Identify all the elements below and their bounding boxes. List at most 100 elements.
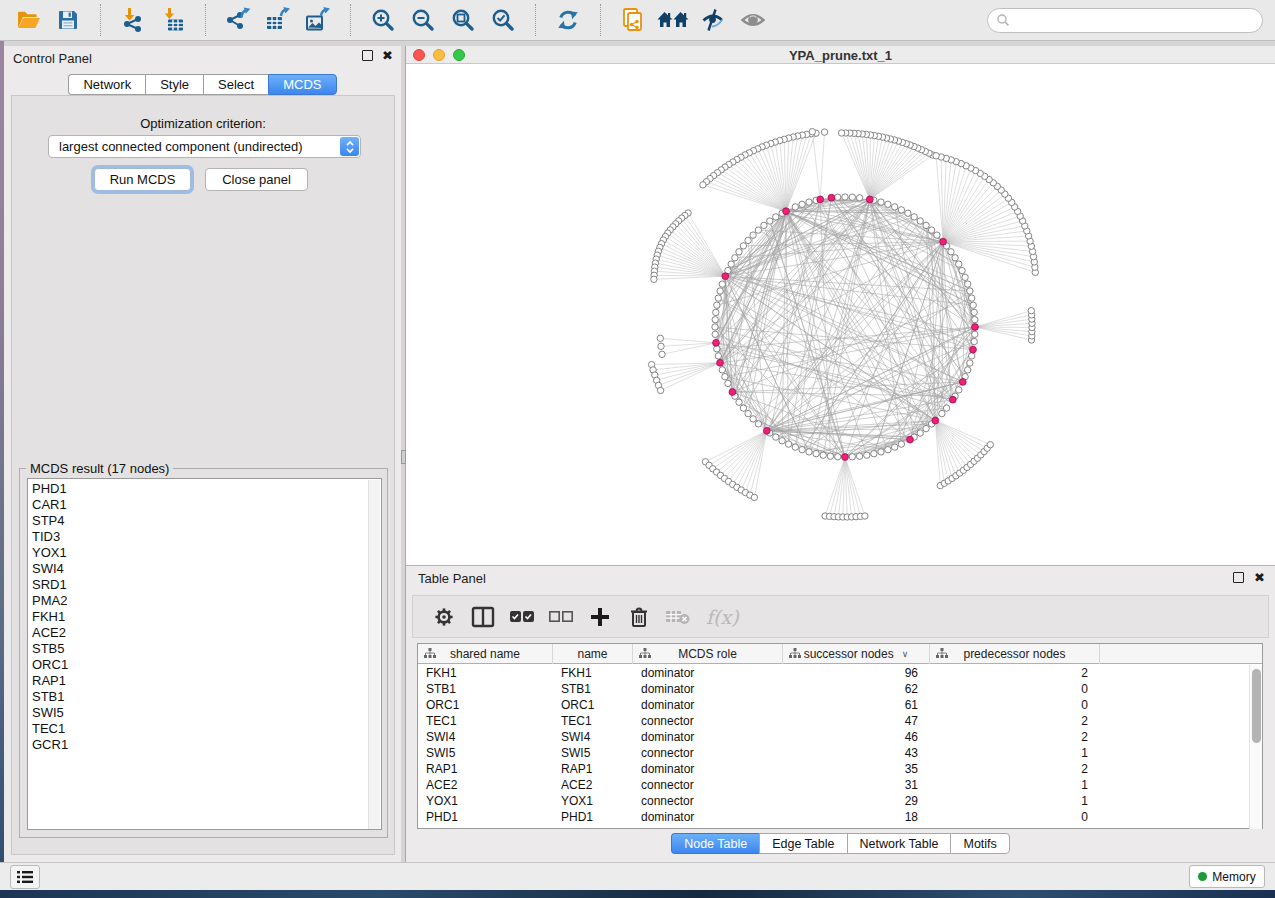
table-row[interactable]: TEC1TEC1connector472 [418, 713, 1262, 729]
share-session-icon[interactable] [613, 2, 653, 38]
delete-table-icon[interactable] [665, 602, 691, 632]
show-details-icon[interactable] [733, 2, 773, 38]
float-table-panel-icon[interactable] [1233, 572, 1244, 583]
mcds-result-item[interactable]: PHD1 [32, 481, 381, 497]
mcds-result-item[interactable]: ORC1 [32, 657, 381, 673]
tab-network-table[interactable]: Network Table [847, 833, 951, 854]
mcds-list-scrollbar[interactable] [368, 480, 380, 830]
memory-label: Memory [1212, 870, 1255, 884]
mcds-result-item[interactable]: SWI5 [32, 705, 381, 721]
zoom-fit-icon[interactable] [443, 2, 483, 38]
node-table-scrollbar[interactable] [1249, 665, 1262, 829]
table-row[interactable]: YOX1YOX1connector291 [418, 793, 1262, 809]
delete-column-icon[interactable] [626, 602, 652, 632]
tab-mcds[interactable]: MCDS [268, 74, 336, 95]
node-table-header: shared namenameMCDS rolesuccessor nodes∨… [418, 644, 1262, 664]
column-header-MCDS-role[interactable]: MCDS role [633, 644, 783, 664]
mcds-result-item[interactable]: SWI4 [32, 561, 381, 577]
cell-MCDS-role: connector [633, 745, 783, 761]
cell-predecessor-nodes: 2 [930, 729, 1100, 745]
open-file-icon[interactable] [8, 2, 48, 38]
mcds-result-item[interactable]: GCR1 [32, 737, 381, 753]
mcds-result-item[interactable]: YOX1 [32, 545, 381, 561]
tab-edge-table[interactable]: Edge Table [759, 833, 846, 854]
add-column-icon[interactable] [587, 602, 613, 632]
table-row[interactable]: ACE2ACE2connector311 [418, 777, 1262, 793]
memory-button[interactable]: Memory [1189, 865, 1265, 888]
search-input[interactable] [1010, 10, 1262, 30]
mcds-result-item[interactable]: STP4 [32, 513, 381, 529]
network-analyzer-icon[interactable] [653, 2, 693, 38]
table-row[interactable]: FKH1FKH1dominator962 [418, 665, 1262, 681]
mcds-result-item[interactable]: STB1 [32, 689, 381, 705]
mcds-result-item[interactable]: RAP1 [32, 673, 381, 689]
column-label: predecessor nodes [963, 647, 1065, 661]
table-row[interactable]: SWI5SWI5connector431 [418, 745, 1262, 761]
export-table-icon[interactable] [258, 2, 298, 38]
tab-network[interactable]: Network [68, 74, 145, 95]
select-spinner-icon [340, 137, 359, 156]
split-columns-icon[interactable] [470, 602, 496, 632]
select-all-icon[interactable] [509, 602, 535, 632]
mcds-result-item[interactable]: CAR1 [32, 497, 381, 513]
cell-successor-nodes: 62 [783, 681, 930, 697]
settings-icon[interactable] [431, 602, 457, 632]
main-toolbar [0, 0, 1275, 41]
column-header-predecessor-nodes[interactable]: predecessor nodes [930, 644, 1100, 664]
run-mcds-button[interactable]: Run MCDS [94, 168, 191, 191]
optimization-criterion-select[interactable]: largest connected component (undirected) [48, 135, 361, 158]
table-row[interactable]: STB1STB1dominator620 [418, 681, 1262, 697]
cell-name: YOX1 [553, 793, 633, 809]
table-panel-title: Table Panel [418, 571, 486, 586]
mcds-result-item[interactable]: FKH1 [32, 609, 381, 625]
table-row[interactable]: ORC1ORC1dominator610 [418, 697, 1262, 713]
hide-details-icon[interactable] [693, 2, 733, 38]
save-session-icon[interactable] [48, 2, 88, 38]
export-image-icon[interactable] [298, 2, 338, 38]
zoom-out-icon[interactable] [403, 2, 443, 38]
mcds-result-item[interactable]: TEC1 [32, 721, 381, 737]
mcds-result-item[interactable]: SRD1 [32, 577, 381, 593]
attribute-type-icon [936, 648, 948, 662]
column-header-successor-nodes[interactable]: successor nodes∨ [783, 644, 930, 664]
zoom-in-icon[interactable] [363, 2, 403, 38]
cell-shared-name: SWI4 [418, 729, 553, 745]
network-window-titlebar[interactable]: YPA_prune.txt_1 [406, 46, 1275, 64]
close-panel-button[interactable]: Close panel [205, 168, 308, 191]
table-row[interactable]: PHD1PHD1dominator180 [418, 809, 1262, 825]
import-network-icon[interactable] [113, 2, 153, 38]
table-toolbar: f(x) [412, 595, 1269, 638]
network-graph[interactable] [406, 65, 1275, 565]
import-table-icon[interactable] [153, 2, 193, 38]
close-table-panel-icon[interactable]: ✖ [1254, 573, 1265, 583]
cell-MCDS-role: dominator [633, 761, 783, 777]
mcds-result-list[interactable]: PHD1CAR1STP4TID3YOX1SWI4SRD1PMA2FKH1ACE2… [27, 478, 382, 830]
cell-successor-nodes: 35 [783, 761, 930, 777]
float-panel-icon[interactable] [362, 50, 373, 61]
table-row[interactable]: RAP1RAP1dominator352 [418, 761, 1262, 777]
column-header-name[interactable]: name [553, 644, 633, 664]
status-bar: Memory [0, 862, 1275, 890]
scrollbar-thumb[interactable] [1252, 669, 1261, 743]
cell-successor-nodes: 43 [783, 745, 930, 761]
tab-motifs[interactable]: Motifs [950, 833, 1009, 854]
deselect-all-icon[interactable] [548, 602, 574, 632]
search-box[interactable] [987, 8, 1263, 33]
mcds-result-item[interactable]: ACE2 [32, 625, 381, 641]
tab-node-table[interactable]: Node Table [671, 833, 759, 854]
tab-style[interactable]: Style [145, 74, 203, 95]
close-panel-icon[interactable]: ✖ [382, 51, 393, 61]
refresh-icon[interactable] [548, 2, 588, 38]
export-network-icon[interactable] [218, 2, 258, 38]
toolbar-separator [350, 4, 351, 36]
mcds-result-item[interactable]: TID3 [32, 529, 381, 545]
table-row[interactable]: SWI4SWI4dominator462 [418, 729, 1262, 745]
zoom-selected-icon[interactable] [483, 2, 523, 38]
tab-select[interactable]: Select [203, 74, 268, 95]
mcds-result-item[interactable]: PMA2 [32, 593, 381, 609]
column-header-shared-name[interactable]: shared name [418, 644, 553, 664]
mcds-result-item[interactable]: STB5 [32, 641, 381, 657]
status-menu-button[interactable] [10, 865, 40, 889]
cell-predecessor-nodes: 0 [930, 697, 1100, 713]
node-table[interactable]: shared namenameMCDS rolesuccessor nodes∨… [417, 643, 1263, 829]
